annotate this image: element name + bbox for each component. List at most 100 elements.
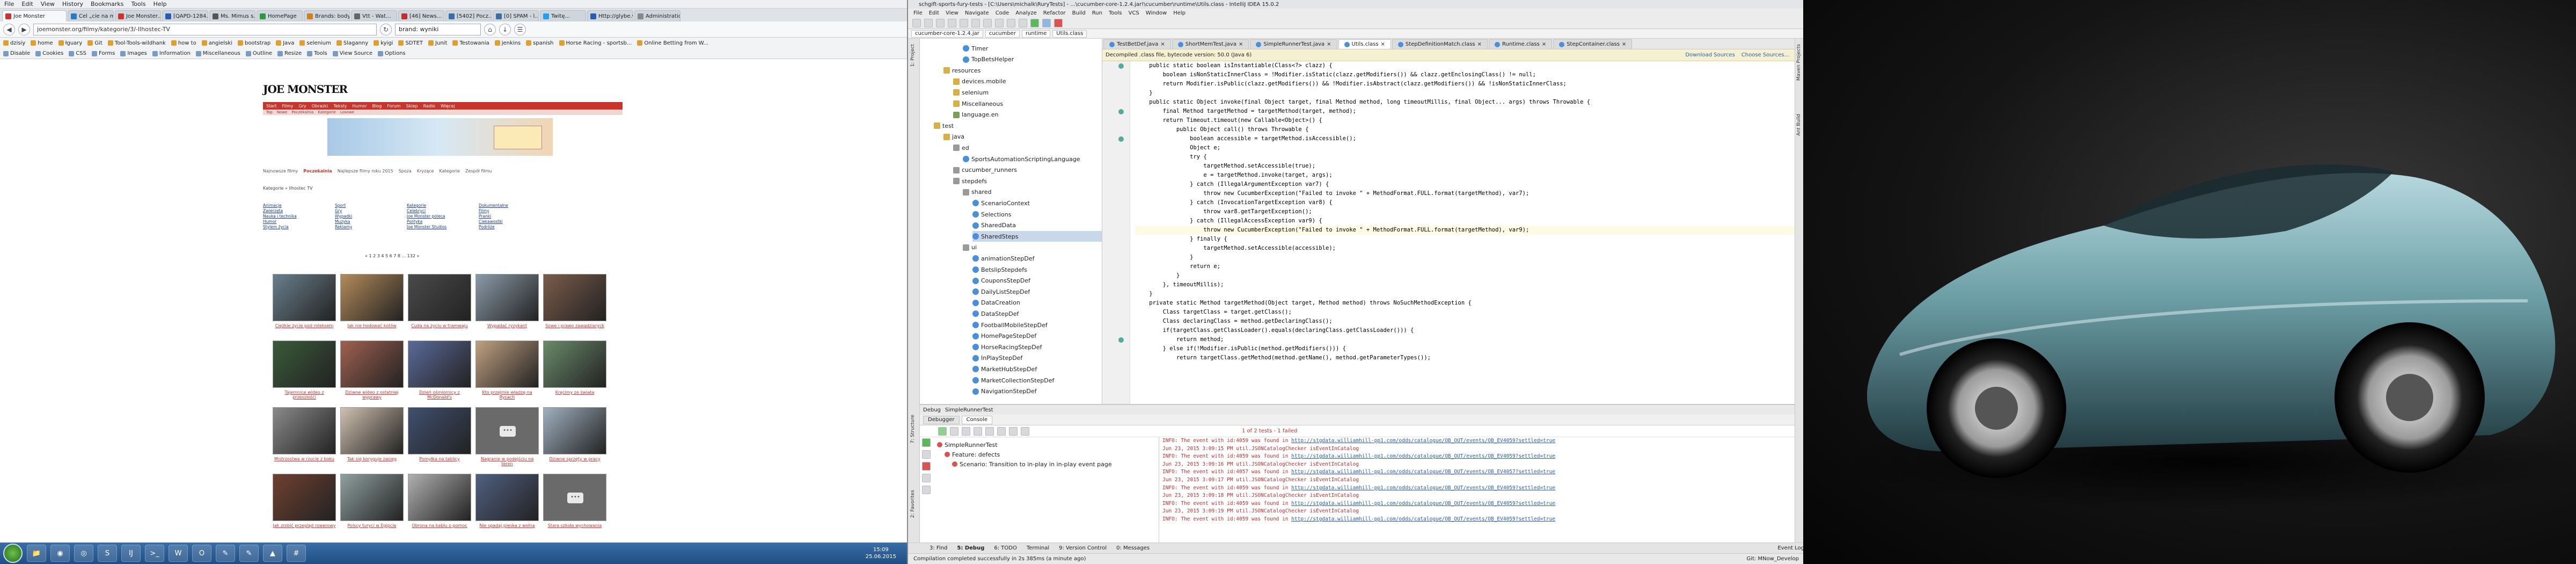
search-input[interactable]: brand: wyniki bbox=[395, 23, 481, 35]
bookmark-item[interactable]: łguary bbox=[58, 40, 82, 46]
console-output[interactable]: INFO: The event with id:4059 was found i… bbox=[1159, 437, 1787, 543]
video-thumbnail[interactable] bbox=[340, 474, 404, 521]
site-subnav-item[interactable]: Kategorie bbox=[318, 110, 336, 114]
video-caption[interactable]: Nie spadaj pieska z wolna bbox=[475, 523, 539, 528]
editor-tab[interactable]: StepDefinitionMatch.class × bbox=[1392, 39, 1488, 49]
terminal-icon[interactable]: >_ bbox=[145, 545, 164, 562]
debug-icon[interactable] bbox=[1042, 18, 1051, 27]
site-nav-item[interactable]: Gry bbox=[299, 104, 306, 109]
site-nav-item[interactable]: Sklep bbox=[406, 104, 418, 109]
outlook-icon[interactable]: O bbox=[192, 545, 211, 562]
ide-menu-item[interactable]: Edit bbox=[929, 10, 939, 16]
skype-icon[interactable]: S bbox=[98, 545, 117, 562]
override-marker-icon[interactable] bbox=[1118, 337, 1124, 343]
ide-menu-item[interactable]: VCS bbox=[1129, 10, 1139, 16]
debug-tab[interactable]: Console bbox=[961, 415, 993, 424]
ant-tool-tab[interactable]: Ant Build bbox=[1796, 114, 1804, 136]
category-link[interactable]: Polityka bbox=[407, 219, 479, 225]
browser-tab[interactable]: [5402] Pocz... bbox=[445, 10, 492, 21]
video-thumbnail[interactable] bbox=[543, 407, 606, 454]
tree-node[interactable]: NavigationStepDef bbox=[972, 386, 1102, 397]
tree-node[interactable]: MarketCollectionStepDef bbox=[972, 375, 1102, 386]
tree-node[interactable]: Miscellaneous bbox=[953, 98, 1102, 109]
webdev-menu[interactable]: Cookies bbox=[35, 50, 63, 56]
cut-icon[interactable] bbox=[971, 18, 980, 27]
category-link[interactable]: Celebryci bbox=[407, 208, 479, 214]
code-text[interactable]: public static boolean isInstantiable(Cla… bbox=[1130, 61, 1795, 404]
tree-node[interactable]: MarketHubStepDef bbox=[972, 364, 1102, 374]
video-caption[interactable]: Mistrzostwa w rzucie z boku bbox=[273, 457, 336, 461]
site-logo[interactable]: JOE MONSTER bbox=[263, 83, 352, 99]
ide-menu-item[interactable]: Build bbox=[1072, 10, 1086, 16]
video-thumbnail[interactable] bbox=[408, 474, 471, 521]
forward-icon[interactable]: ▶ bbox=[18, 23, 30, 35]
webdev-menu[interactable]: Forms bbox=[91, 50, 115, 56]
chrome-icon[interactable]: ◎ bbox=[74, 545, 93, 562]
sync-icon[interactable] bbox=[936, 18, 945, 27]
browser-tab[interactable]: [0] SPAM - l... bbox=[493, 10, 539, 21]
browser-tab[interactable]: Joe Monster bbox=[2, 10, 67, 21]
browser-tab[interactable]: Administratio... bbox=[634, 10, 680, 21]
tree-node[interactable]: DailyListStepDef bbox=[972, 286, 1102, 297]
bookmark-item[interactable]: Java bbox=[276, 40, 294, 46]
notepad-icon[interactable]: ✎ bbox=[216, 545, 235, 562]
breadcrumb-item[interactable]: cucumber-core-1.2.4.jar bbox=[911, 30, 983, 38]
webdev-menu[interactable]: Information bbox=[152, 50, 191, 56]
webdev-menu[interactable]: CSS bbox=[69, 50, 86, 56]
category-link[interactable]: Podróże bbox=[479, 225, 551, 230]
tool-tab[interactable]: 9: Version Control bbox=[1059, 545, 1107, 551]
tree-node[interactable]: devices.mobile bbox=[953, 76, 1102, 87]
video-caption[interactable]: Dzień ośmiornicy z McDonald's bbox=[408, 390, 471, 400]
bookmark-item[interactable]: Horse Racing - sportsb... bbox=[559, 40, 632, 46]
video-caption[interactable]: Tak się koryguje zasięg bbox=[340, 457, 404, 461]
video-caption[interactable]: Sowe i prawo zawadziaryck bbox=[543, 323, 606, 328]
console-link[interactable]: http://stgdata.williamhill-pp1.com/odds/… bbox=[1291, 453, 1555, 459]
site-nav-item[interactable]: Filmy bbox=[282, 104, 294, 109]
category-link[interactable]: Humor bbox=[263, 219, 335, 225]
bookmark-item[interactable]: selenium bbox=[299, 40, 331, 46]
webdev-menu[interactable]: Disable bbox=[3, 50, 30, 56]
bookmark-item[interactable]: bootstrap bbox=[238, 40, 270, 46]
bookmark-item[interactable]: jenkins bbox=[494, 40, 521, 46]
bookmark-item[interactable]: how to bbox=[171, 40, 196, 46]
category-link[interactable]: Sport bbox=[335, 203, 407, 208]
video-tab[interactable]: Poczekalnia bbox=[303, 169, 332, 173]
bookmark-item[interactable]: home bbox=[31, 40, 53, 46]
close-icon[interactable]: × bbox=[1160, 41, 1165, 47]
console-link[interactable]: http://stgdata.williamhill-pp1.com/odds/… bbox=[1291, 438, 1555, 444]
ide-menu-item[interactable]: File bbox=[913, 10, 923, 16]
video-thumbnail[interactable] bbox=[273, 407, 336, 454]
sort-icon[interactable] bbox=[985, 426, 994, 436]
webdev-menu[interactable]: Miscellaneous bbox=[195, 50, 240, 56]
bookmark-item[interactable]: spanish bbox=[526, 40, 554, 46]
breadcrumb-item[interactable]: cucumber bbox=[985, 30, 1020, 38]
ide-menu-item[interactable]: Code bbox=[996, 10, 1009, 16]
menu-item[interactable]: View bbox=[41, 1, 55, 8]
category-link[interactable]: Joe Monster Studios bbox=[407, 225, 479, 230]
bookmark-item[interactable]: dzisiy bbox=[3, 40, 25, 46]
video-caption[interactable]: Cuda na życiu w tramwaju bbox=[408, 323, 471, 328]
favorites-tool-tab[interactable]: 2: Favorites bbox=[910, 490, 918, 518]
tree-node[interactable]: BetslipStepdefs bbox=[972, 264, 1102, 275]
category-link[interactable]: Wypadki bbox=[335, 214, 407, 219]
console-link[interactable]: http://stgdata.williamhill-pp1.com/odds/… bbox=[1291, 501, 1555, 507]
video-caption[interactable]: Nagranie w podejściu na teren bbox=[475, 457, 539, 466]
override-marker-icon[interactable] bbox=[1118, 136, 1124, 142]
tree-node[interactable]: SportsAutomationScriptingLanguage bbox=[963, 154, 1102, 164]
system-clock[interactable]: 15:09 25.06.2015 bbox=[866, 546, 896, 560]
structure-tool-tab[interactable]: 7: Structure bbox=[910, 415, 918, 444]
browser-tab[interactable]: [46] News... bbox=[398, 10, 444, 21]
video-tab[interactable]: Kategorie bbox=[439, 169, 459, 173]
tree-node[interactable]: SharedData bbox=[972, 220, 1102, 231]
video-thumbnail[interactable] bbox=[543, 274, 606, 321]
expand-icon[interactable] bbox=[1009, 426, 1018, 436]
editor-tab[interactable]: ShortMemTest.java × bbox=[1172, 39, 1249, 49]
ide-menu-item[interactable]: Analyze bbox=[1015, 10, 1036, 16]
tree-node[interactable]: language.en bbox=[953, 110, 1102, 120]
tool-tab[interactable]: 0: Messages bbox=[1116, 545, 1150, 551]
site-nav-item[interactable]: Blog bbox=[372, 104, 382, 109]
tool-tab[interactable]: Event Log bbox=[1777, 545, 1804, 551]
download-icon[interactable]: ↓ bbox=[499, 23, 511, 35]
test-node[interactable]: Scenario: Transition to in-play in in-pl… bbox=[952, 459, 1112, 469]
video-thumbnail[interactable] bbox=[475, 341, 539, 388]
